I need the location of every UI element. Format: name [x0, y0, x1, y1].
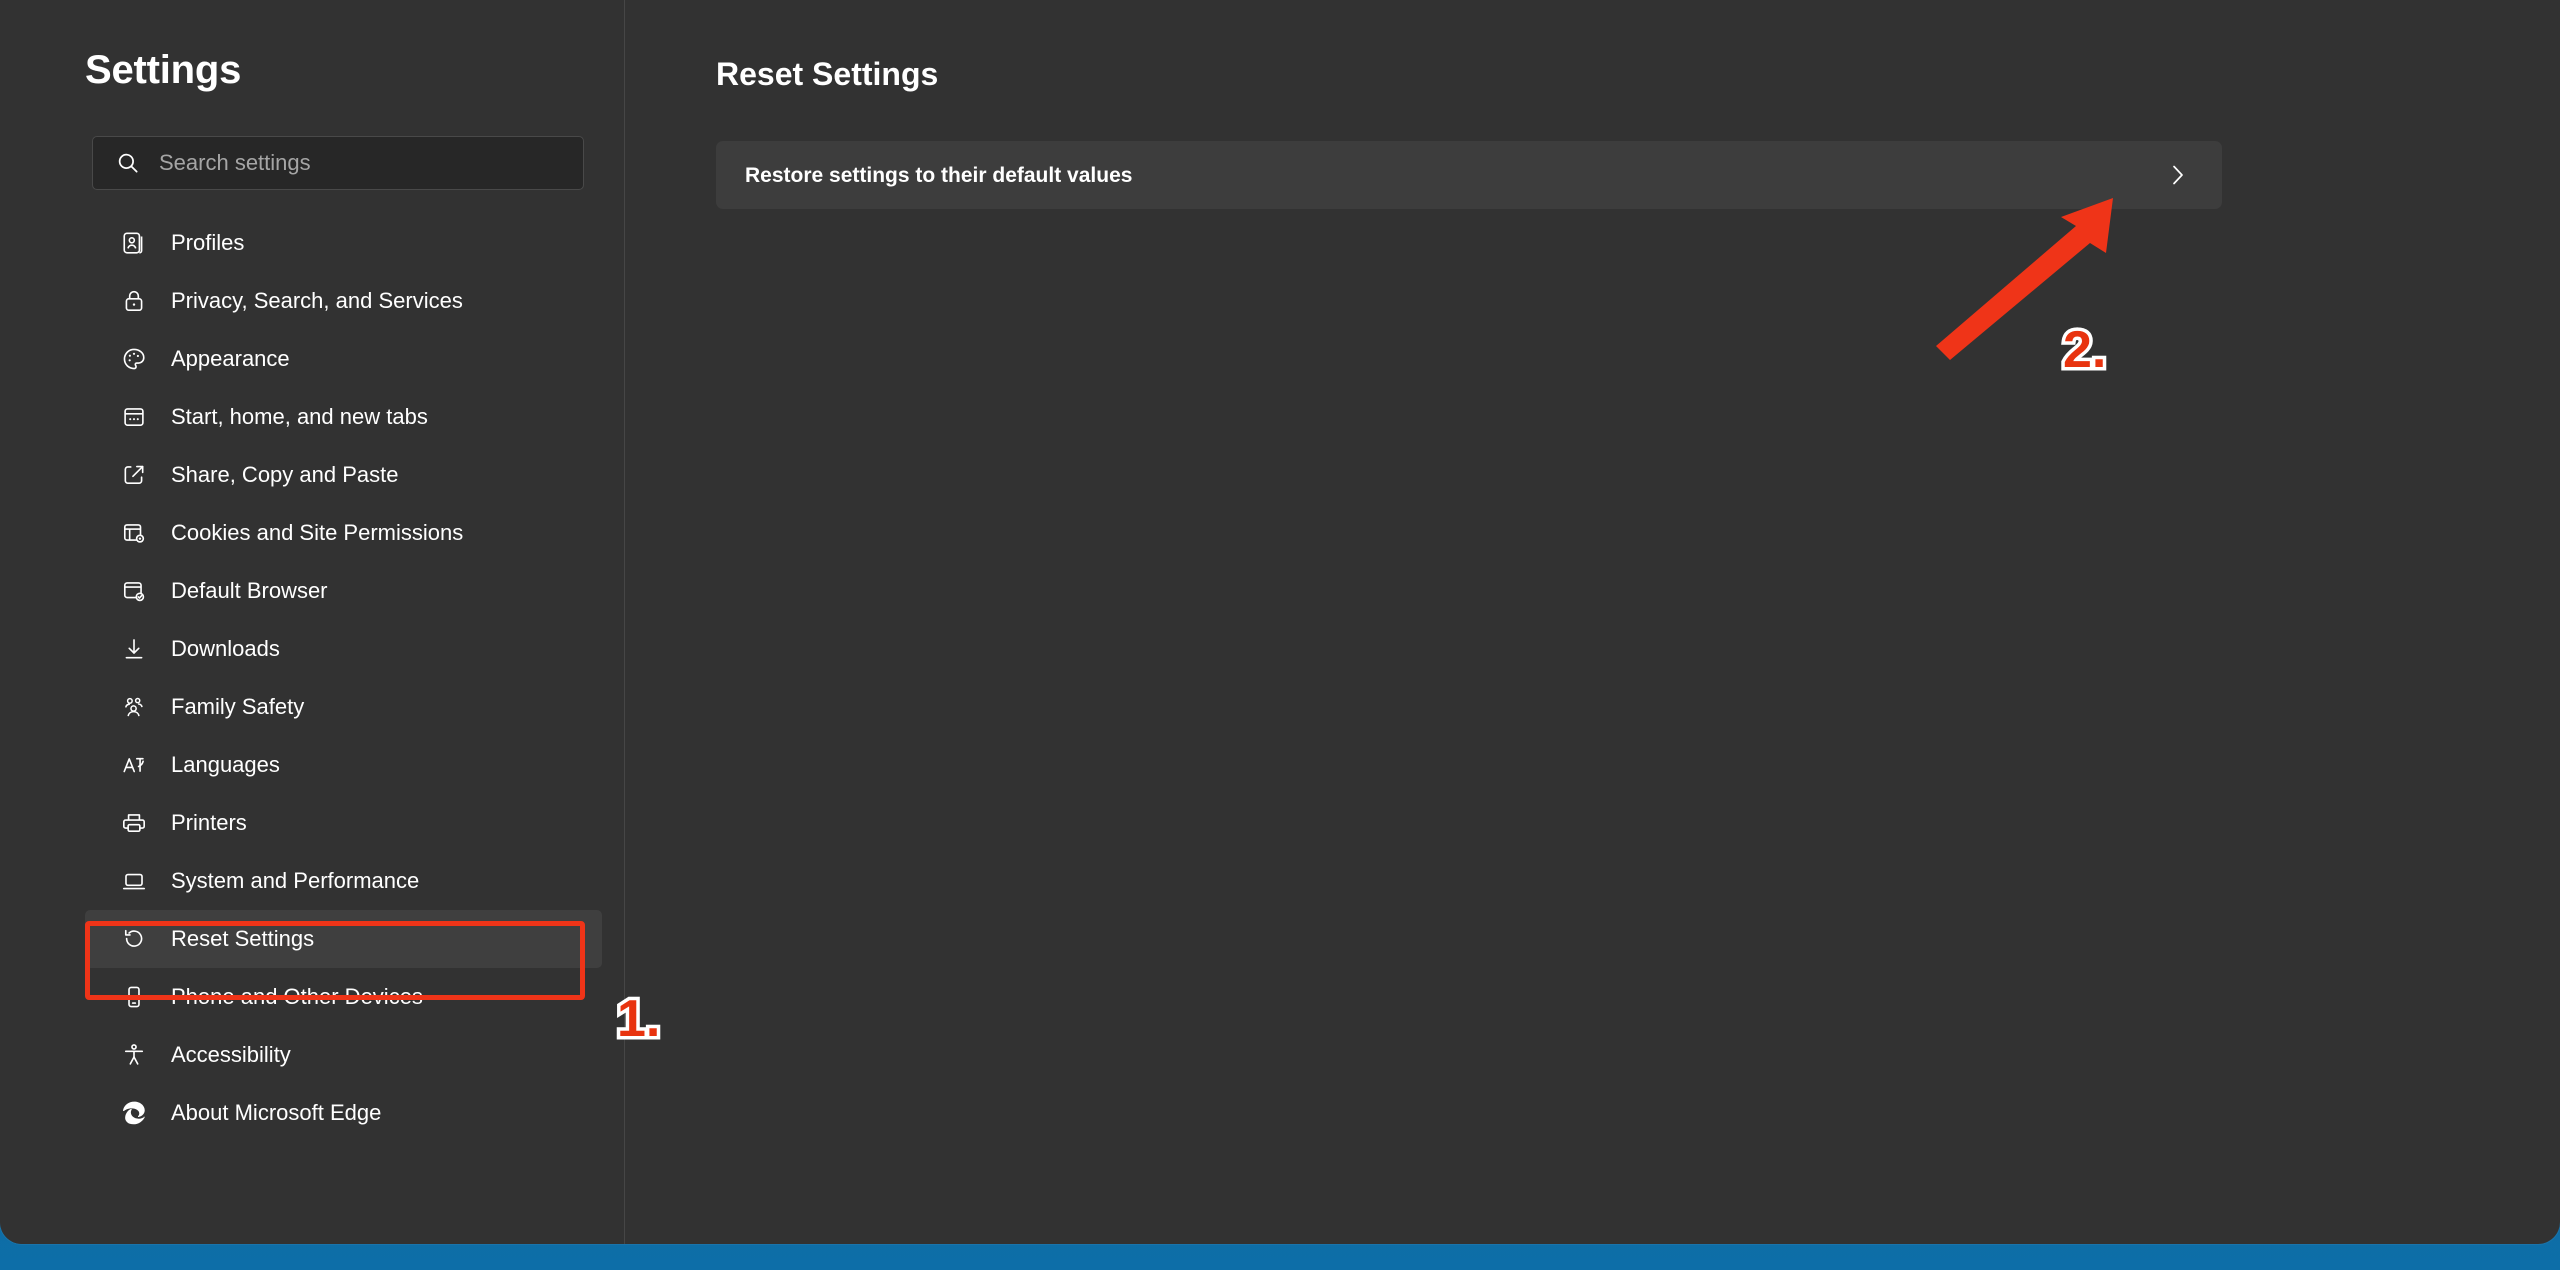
reset-icon	[117, 922, 151, 956]
content-page-title: Reset Settings	[716, 56, 939, 92]
sidebar-item-share-copy-paste[interactable]: Share, Copy and Paste	[85, 446, 602, 504]
sidebar-nav-list: Profiles Privacy, Search, and Services A…	[0, 214, 624, 1142]
sidebar-item-label: System and Performance	[171, 868, 420, 893]
phone-icon	[117, 980, 151, 1014]
sidebar-item-label: Profiles	[171, 230, 245, 255]
sidebar-item-system-and-performance[interactable]: System and Performance	[85, 852, 602, 910]
family-icon	[117, 690, 151, 724]
sidebar-item-label: Appearance	[171, 346, 290, 371]
desktop-background: Settings Search settings Profiles Privac…	[0, 0, 2560, 1270]
sidebar-item-label: Start, home, and new tabs	[171, 404, 428, 429]
sidebar-item-label: Cookies and Site Permissions	[171, 520, 464, 545]
sidebar-item-label: Downloads	[171, 636, 280, 661]
sidebar-item-default-browser[interactable]: Default Browser	[85, 562, 602, 620]
settings-sidebar: Settings Search settings Profiles Privac…	[0, 0, 624, 1244]
sidebar-item-label: Languages	[171, 752, 280, 777]
sidebar-item-label: Privacy, Search, and Services	[171, 288, 463, 313]
sidebar-item-phone-and-other-devices[interactable]: Phone and Other Devices	[85, 968, 602, 1026]
share-icon	[117, 458, 151, 492]
edge-settings-window: Settings Search settings Profiles Privac…	[0, 0, 2560, 1244]
page-title-settings: Settings	[85, 48, 242, 92]
sidebar-item-label: Printers	[171, 810, 247, 835]
palette-icon	[117, 342, 151, 376]
restore-defaults-label: Restore settings to their default values	[745, 163, 1133, 187]
sidebar-item-profiles[interactable]: Profiles	[85, 214, 602, 272]
sidebar-item-label: About Microsoft Edge	[171, 1100, 382, 1125]
sidebar-item-label: Family Safety	[171, 694, 305, 719]
download-icon	[117, 632, 151, 666]
languages-icon	[117, 748, 151, 782]
sidebar-item-reset-settings[interactable]: Reset Settings	[85, 910, 602, 968]
sidebar-item-label: Default Browser	[171, 578, 328, 603]
selected-indicator-bar	[85, 923, 90, 955]
sidebar-item-label: Share, Copy and Paste	[171, 462, 399, 487]
sidebar-item-label: Reset Settings	[171, 926, 315, 951]
chevron-right-icon[interactable]	[2167, 160, 2189, 190]
sidebar-item-languages[interactable]: Languages	[85, 736, 602, 794]
search-icon	[115, 150, 141, 176]
laptop-icon	[117, 864, 151, 898]
sidebar-item-privacy-search-services[interactable]: Privacy, Search, and Services	[85, 272, 602, 330]
sidebar-item-printers[interactable]: Printers	[85, 794, 602, 852]
sidebar-item-start-home-new-tabs[interactable]: Start, home, and new tabs	[85, 388, 602, 446]
sidebar-item-family-safety[interactable]: Family Safety	[85, 678, 602, 736]
profiles-icon	[117, 226, 151, 260]
site-permissions-icon	[117, 516, 151, 550]
restore-defaults-row[interactable]: Restore settings to their default values	[716, 141, 2222, 209]
settings-content-panel: Reset Settings Restore settings to their…	[625, 0, 2560, 1244]
browser-window-icon	[117, 400, 151, 434]
search-input[interactable]	[159, 137, 583, 189]
sidebar-item-downloads[interactable]: Downloads	[85, 620, 602, 678]
lock-icon	[117, 284, 151, 318]
search-settings-box[interactable]	[92, 136, 584, 190]
sidebar-item-label: Phone and Other Devices	[171, 984, 423, 1009]
edge-logo-icon	[117, 1096, 151, 1130]
sidebar-item-accessibility[interactable]: Accessibility	[85, 1026, 602, 1084]
sidebar-item-about-microsoft-edge[interactable]: About Microsoft Edge	[85, 1084, 602, 1142]
sidebar-item-label: Accessibility	[171, 1042, 291, 1067]
accessibility-icon	[117, 1038, 151, 1072]
default-browser-icon	[117, 574, 151, 608]
sidebar-item-cookies-site-permissions[interactable]: Cookies and Site Permissions	[85, 504, 602, 562]
sidebar-item-appearance[interactable]: Appearance	[85, 330, 602, 388]
printer-icon	[117, 806, 151, 840]
